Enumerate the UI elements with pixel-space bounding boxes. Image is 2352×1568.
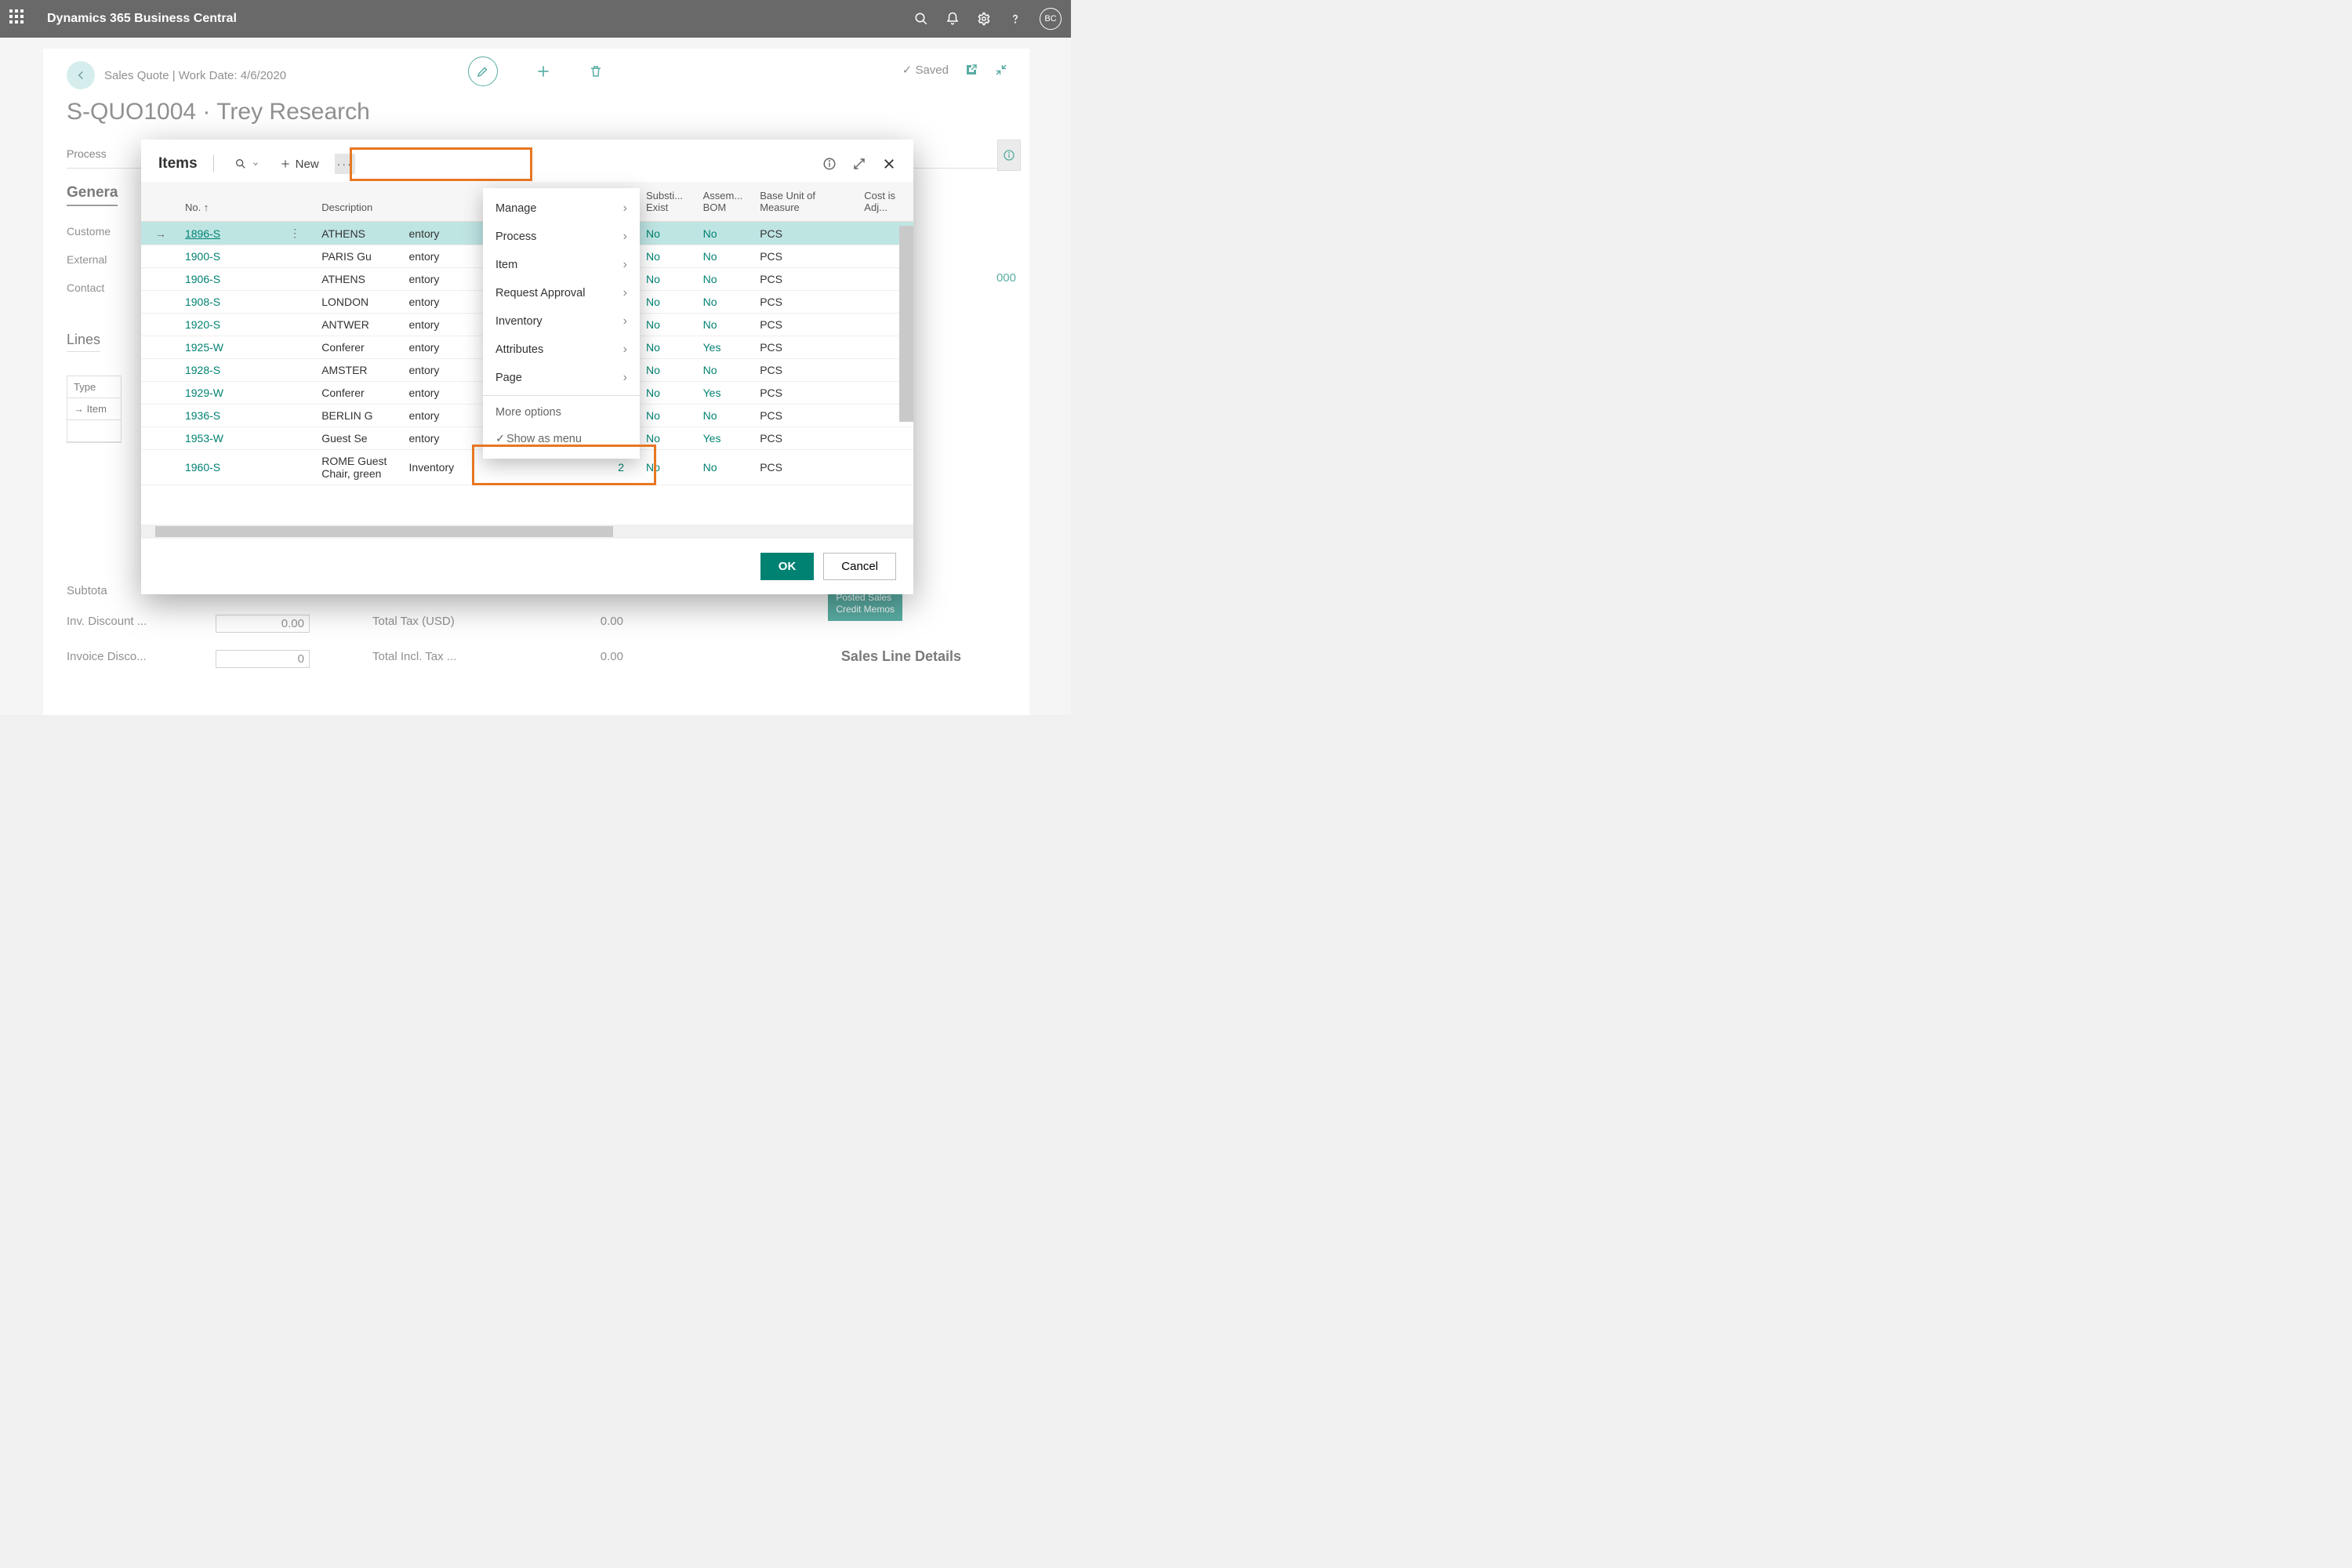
horizontal-scrollbar[interactable] <box>141 524 913 539</box>
menu-attributes[interactable]: Attributes <box>483 336 640 364</box>
col-cost[interactable]: Cost is Adj... <box>856 182 913 222</box>
menu-process[interactable]: Process <box>483 223 640 251</box>
expand-icon[interactable] <box>852 157 866 171</box>
menu-manage[interactable]: Manage <box>483 194 640 223</box>
cancel-button[interactable]: Cancel <box>823 553 896 580</box>
dialog-new-button[interactable]: New <box>275 154 324 174</box>
menu-item[interactable]: Item <box>483 251 640 279</box>
close-icon[interactable] <box>882 157 896 171</box>
vertical-scrollbar[interactable] <box>899 226 913 422</box>
menu-inventory[interactable]: Inventory <box>483 307 640 336</box>
menu-more-options[interactable]: More options <box>483 399 640 426</box>
col-sub[interactable]: Substi... Exist <box>638 182 695 222</box>
col-asm[interactable]: Assem... BOM <box>695 182 753 222</box>
menu-page[interactable]: Page <box>483 364 640 392</box>
dialog-more-button[interactable]: ··· <box>335 154 355 174</box>
dialog-title: Items <box>158 155 198 172</box>
col-uom[interactable]: Base Unit of Measure <box>752 182 856 222</box>
dialog-search-button[interactable] <box>230 154 264 173</box>
menu-request-approval[interactable]: Request Approval <box>483 279 640 307</box>
col-no[interactable]: No. ↑ <box>177 182 281 222</box>
col-desc[interactable]: Description <box>314 182 401 222</box>
ok-button[interactable]: OK <box>760 553 815 580</box>
dialog-actions-menu: Manage Process Item Request Approval Inv… <box>483 188 640 459</box>
info-icon[interactable] <box>822 157 837 171</box>
menu-show-as-menu[interactable]: Show as menu <box>483 426 640 452</box>
